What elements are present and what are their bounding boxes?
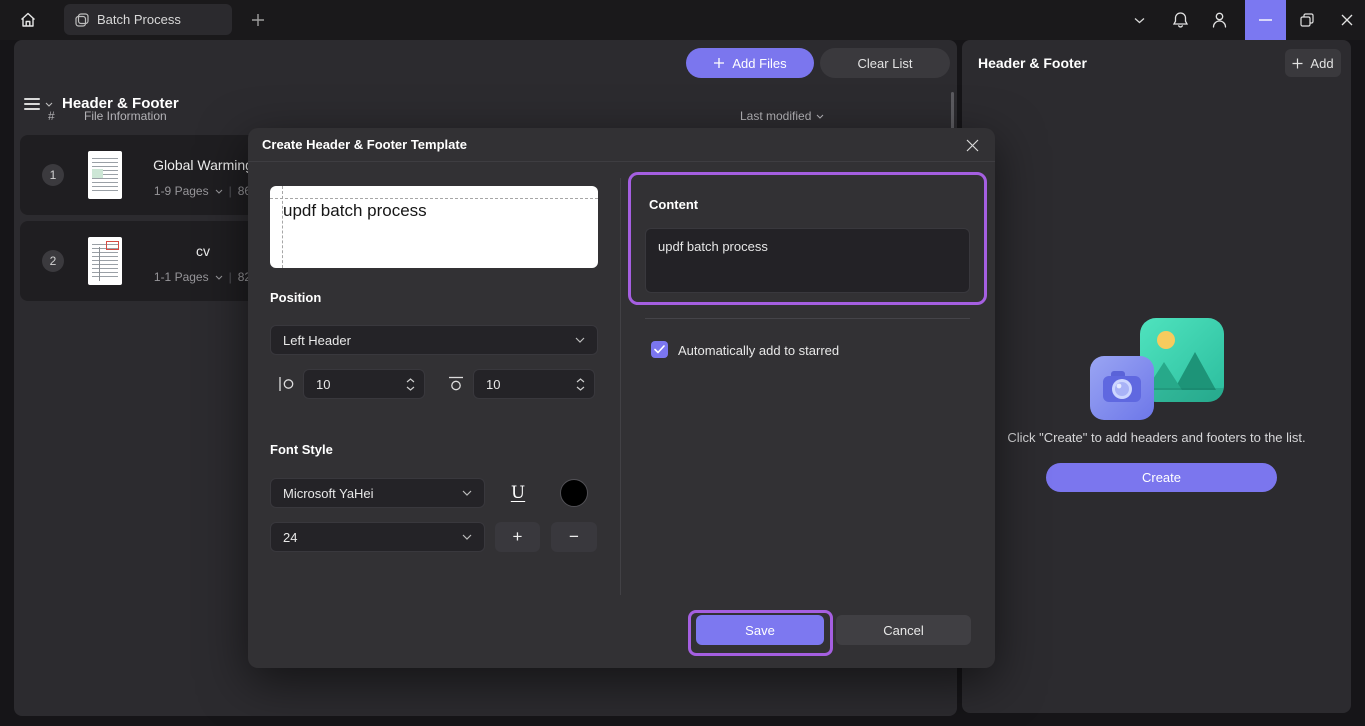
header-footer-panel: Header & Footer Add — [962, 40, 1351, 713]
create-header-footer-dialog: Create Header & Footer Template updf bat… — [248, 128, 995, 668]
chevron-down-icon — [816, 114, 824, 119]
decrease-size-button[interactable]: − — [551, 522, 597, 552]
batch-process-icon — [75, 13, 89, 27]
add-files-button[interactable]: Add Files — [686, 48, 814, 78]
increase-size-button[interactable]: + — [495, 522, 540, 552]
close-icon — [1341, 14, 1353, 26]
column-header-file-info: File Information — [84, 109, 167, 123]
close-icon — [966, 139, 979, 152]
restore-button[interactable] — [1286, 0, 1327, 40]
clear-list-button[interactable]: Clear List — [820, 48, 950, 78]
check-icon — [654, 345, 665, 354]
save-button[interactable]: Save — [696, 615, 824, 645]
dialog-titlebar: Create Header & Footer Template — [248, 128, 995, 162]
template-preview: updf batch process — [270, 186, 598, 268]
minimize-icon — [1259, 19, 1272, 21]
underline-glyph: U — [511, 483, 525, 503]
plus-icon — [713, 57, 725, 69]
cancel-label: Cancel — [883, 623, 923, 638]
page-range-dropdown[interactable]: 1-1 Pages — [154, 270, 209, 284]
preview-text: updf batch process — [283, 201, 427, 221]
stepper-arrows-icon[interactable] — [406, 378, 415, 391]
left-margin-icon — [278, 375, 296, 393]
dialog-title: Create Header & Footer Template — [262, 137, 467, 152]
account-button[interactable] — [1199, 0, 1240, 40]
chevron-down-icon — [215, 189, 223, 194]
sort-dropdown[interactable]: Last modified — [740, 109, 824, 123]
create-hint-text: Click "Create" to add headers and footer… — [962, 430, 1351, 445]
chevron-down-icon — [575, 337, 585, 343]
underline-button[interactable]: U — [500, 478, 536, 508]
titlebar: Batch Process — [0, 0, 1365, 40]
left-margin-input[interactable] — [304, 377, 396, 392]
create-label: Create — [1142, 470, 1181, 485]
font-family-value: Microsoft YaHei — [283, 486, 374, 501]
dialog-close-button[interactable] — [957, 131, 987, 159]
add-template-label: Add — [1310, 56, 1333, 71]
font-style-label: Font Style — [270, 442, 333, 457]
minimize-button[interactable] — [1245, 0, 1286, 40]
meta-separator: | — [229, 184, 232, 198]
panel-title: Header & Footer — [978, 55, 1087, 71]
notifications-button[interactable] — [1160, 0, 1201, 40]
auto-add-starred-checkbox[interactable] — [651, 341, 668, 358]
top-margin-stepper[interactable] — [473, 369, 595, 399]
chevron-down-icon — [462, 534, 472, 540]
close-window-button[interactable] — [1326, 0, 1365, 40]
position-label: Position — [270, 290, 321, 305]
top-margin-input[interactable] — [474, 377, 566, 392]
column-divider — [620, 178, 621, 595]
chevron-down-icon — [1134, 17, 1145, 24]
chevron-down-icon — [462, 490, 472, 496]
section-divider — [645, 318, 970, 319]
page-range-dropdown[interactable]: 1-9 Pages — [154, 184, 209, 198]
position-value: Left Header — [283, 333, 351, 348]
titlebar-dropdown-button[interactable] — [1119, 0, 1160, 40]
file-thumbnail — [88, 151, 122, 199]
bell-icon — [1172, 11, 1189, 29]
clear-list-label: Clear List — [858, 56, 913, 71]
save-label: Save — [745, 623, 775, 638]
tab-label: Batch Process — [97, 12, 181, 27]
tab-batch-process[interactable]: Batch Process — [64, 4, 232, 35]
sort-label: Last modified — [740, 109, 811, 123]
auto-add-starred-label: Automatically add to starred — [678, 343, 839, 358]
create-button[interactable]: Create — [1046, 463, 1277, 492]
new-tab-button[interactable] — [240, 0, 276, 40]
plus-glyph: + — [513, 527, 523, 547]
cancel-button[interactable]: Cancel — [836, 615, 971, 645]
file-thumbnail — [88, 237, 122, 285]
position-select[interactable]: Left Header — [270, 325, 598, 355]
font-family-select[interactable]: Microsoft YaHei — [270, 478, 485, 508]
stepper-arrows-icon[interactable] — [576, 378, 585, 391]
row-index-badge: 1 — [42, 164, 64, 186]
left-margin-guide — [282, 186, 283, 268]
column-header-index: # — [48, 109, 55, 123]
chevron-down-icon — [215, 275, 223, 280]
row-index-badge: 2 — [42, 250, 64, 272]
image-placeholder-icon — [1086, 318, 1228, 424]
plus-icon — [1292, 58, 1303, 69]
font-color-swatch[interactable] — [560, 479, 588, 507]
font-size-select[interactable]: 24 — [270, 522, 485, 552]
left-margin-stepper[interactable] — [303, 369, 425, 399]
add-template-button[interactable]: Add — [1285, 49, 1341, 77]
restore-icon — [1300, 13, 1314, 27]
app-window: Batch Process — [0, 0, 1365, 726]
content-label: Content — [649, 197, 698, 212]
home-button[interactable] — [8, 0, 48, 40]
home-icon — [19, 11, 37, 29]
top-margin-icon — [447, 375, 465, 393]
top-margin-guide — [270, 198, 598, 199]
font-size-value: 24 — [283, 530, 297, 545]
chevron-down-icon — [45, 102, 53, 107]
add-files-label: Add Files — [732, 56, 786, 71]
user-icon — [1211, 11, 1228, 29]
hamburger-icon — [24, 98, 40, 110]
meta-separator: | — [229, 270, 232, 284]
minus-glyph: − — [569, 527, 579, 547]
plus-icon — [251, 13, 265, 27]
content-textarea[interactable]: updf batch process — [645, 228, 970, 293]
